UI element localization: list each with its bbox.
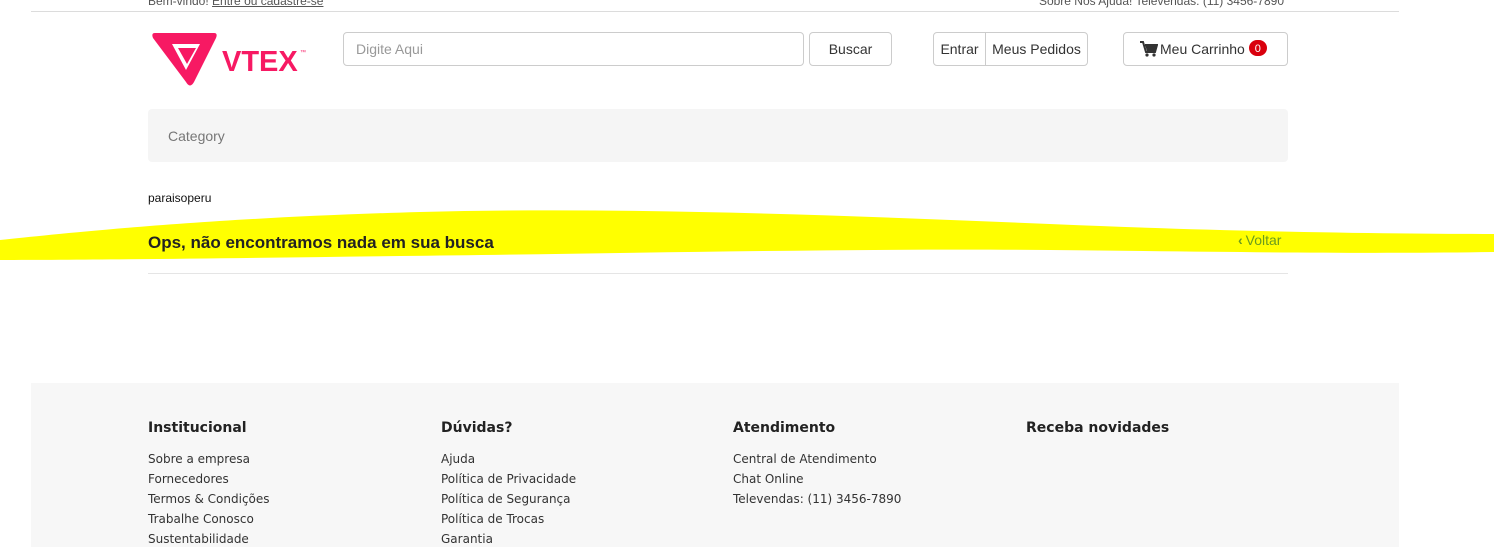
footer-link[interactable]: Termos & Condições	[148, 489, 270, 509]
footer-column-title: Dúvidas?	[441, 420, 513, 436]
footer-link[interactable]: Política de Trocas	[441, 509, 576, 529]
footer-link[interactable]: Chat Online	[733, 469, 901, 489]
footer-column-title: Receba novidades	[1026, 420, 1170, 436]
footer-link[interactable]: Fornecedores	[148, 469, 270, 489]
top-links[interactable]: Sobre Nós Ajuda! Televendas: (11) 3456-7…	[1039, 0, 1284, 8]
footer-link[interactable]: Sobre a empresa	[148, 449, 270, 469]
footer-link[interactable]: Sustentabilidade	[148, 529, 270, 547]
footer-link[interactable]: Política de Privacidade	[441, 469, 576, 489]
footer-link[interactable]: Central de Atendimento	[733, 449, 901, 469]
welcome-text: Bem-vindo!	[148, 0, 209, 8]
back-link[interactable]: ‹ Voltar	[1238, 232, 1281, 248]
cart-icon	[1140, 41, 1158, 57]
divider	[148, 273, 1288, 274]
footer-link[interactable]: Trabalhe Conosco	[148, 509, 270, 529]
my-orders-button[interactable]: Meus Pedidos	[985, 32, 1088, 66]
chevron-left-icon: ‹	[1238, 232, 1243, 248]
footer: Institucional Sobre a empresa Fornecedor…	[31, 383, 1399, 547]
category-bar[interactable]: Category	[148, 109, 1288, 162]
welcome-area: Bem-vindo! Entre ou cadastre-se	[148, 0, 323, 8]
vtex-logo-icon: VTEX ™	[152, 33, 306, 86]
footer-link[interactable]: Televendas: (11) 3456-7890	[733, 489, 901, 509]
footer-link[interactable]: Política de Segurança	[441, 489, 576, 509]
svg-text:™: ™	[300, 49, 306, 56]
vtex-logo[interactable]: VTEX ™	[152, 30, 312, 90]
no-results-message: Ops, não encontramos nada em sua busca	[148, 233, 494, 252]
cart-button[interactable]: Meu Carrinho 0	[1123, 32, 1288, 66]
search-input[interactable]	[343, 32, 804, 66]
footer-column-atendimento: Atendimento Central de Atendimento Chat …	[733, 420, 901, 509]
footer-link[interactable]: Ajuda	[441, 449, 576, 469]
footer-column-newsletter: Receba novidades	[1026, 420, 1169, 449]
back-label: Voltar	[1245, 232, 1282, 248]
footer-column-duvidas: Dúvidas? Ajuda Política de Privacidade P…	[441, 420, 576, 547]
top-bar: Bem-vindo! Entre ou cadastre-se Sobre Nó…	[31, 0, 1399, 12]
footer-column-title: Atendimento	[733, 420, 836, 436]
footer-column-institucional: Institucional Sobre a empresa Fornecedor…	[148, 420, 270, 547]
footer-link[interactable]: Garantia	[441, 529, 576, 547]
logo-text: VTEX	[222, 46, 298, 78]
login-button[interactable]: Entrar	[933, 32, 986, 66]
cart-count-badge: 0	[1247, 38, 1268, 57]
cart-label: Meu Carrinho	[1160, 41, 1245, 57]
search-button[interactable]: Buscar	[809, 32, 892, 66]
footer-column-title: Institucional	[148, 420, 247, 436]
login-link[interactable]: Entre ou cadastre-se	[212, 0, 323, 8]
category-label: Category	[168, 128, 225, 144]
